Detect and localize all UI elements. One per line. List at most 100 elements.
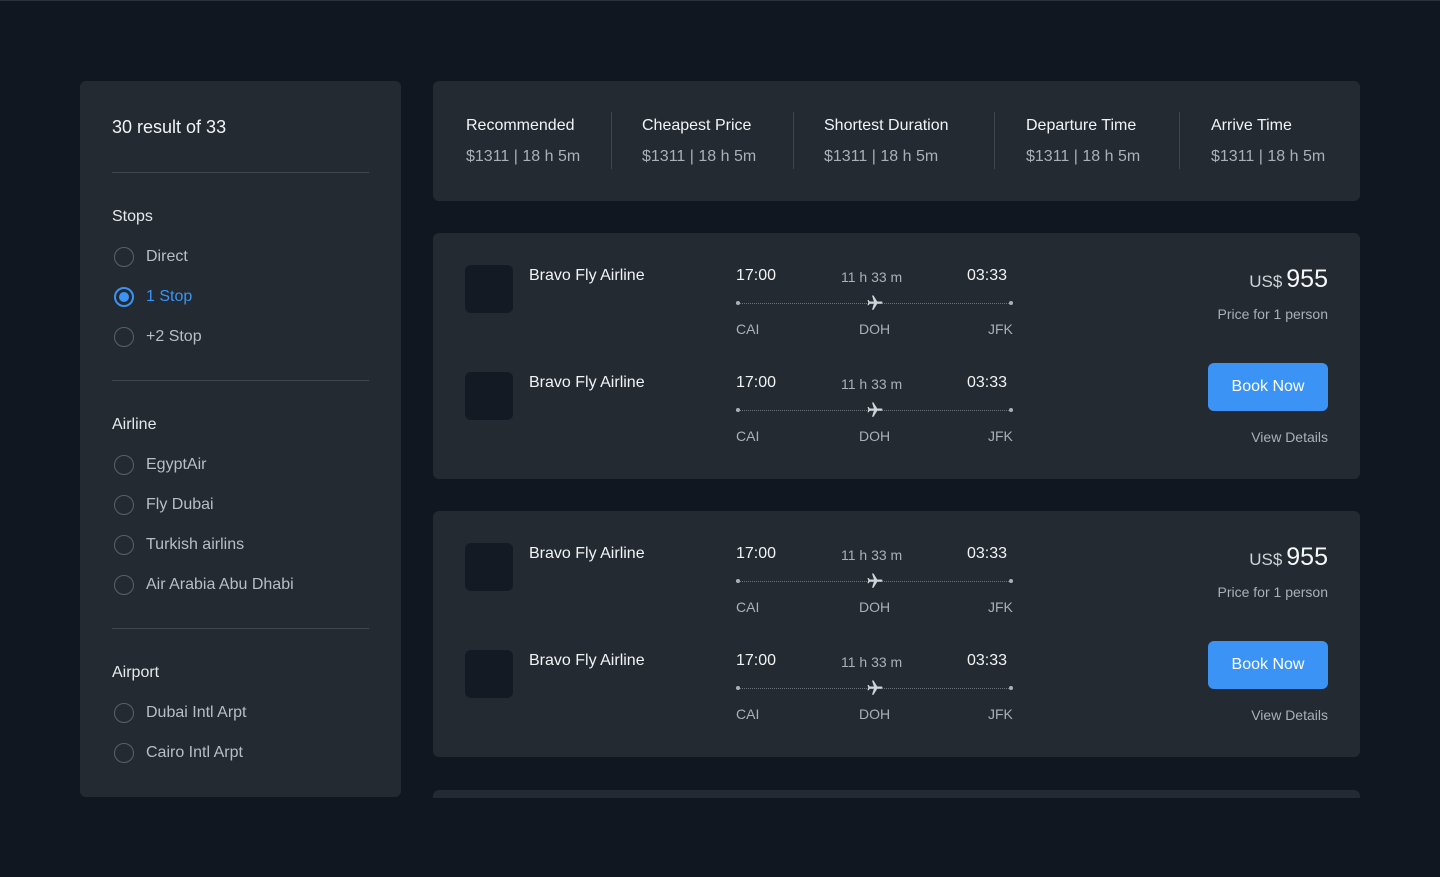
stops-option-1-stop[interactable]: 1 Stop	[114, 286, 192, 308]
stops-option-2-stop[interactable]: +2 Stop	[114, 326, 202, 348]
price-note: Price for 1 person	[1217, 306, 1329, 322]
price: US$ 955	[1218, 543, 1328, 572]
divider	[793, 112, 794, 169]
option-label: Direct	[146, 248, 188, 265]
radio-icon[interactable]	[114, 247, 134, 267]
sort-tab-meta: $1311 | 18 h 5m	[824, 148, 939, 165]
divider	[112, 172, 369, 173]
price-currency: US$	[1249, 272, 1283, 291]
destination-dot	[1009, 408, 1013, 412]
airline-logo	[465, 650, 513, 698]
price-amount: 955	[1286, 265, 1328, 293]
destination-dot	[1009, 686, 1013, 690]
divider	[611, 112, 612, 169]
radio-icon[interactable]	[114, 495, 134, 515]
stops-filter-title: Stops	[112, 208, 153, 225]
price: US$ 955	[1218, 265, 1328, 294]
option-label: 1 Stop	[146, 288, 193, 305]
book-now-button[interactable]: Book Now	[1208, 363, 1328, 411]
airline-option-turkish[interactable]: Turkish airlins	[114, 534, 244, 556]
airline-name: Bravo Fly Airline	[529, 374, 645, 391]
destination-code: JFK	[988, 599, 1013, 615]
origin-code: CAI	[736, 706, 760, 722]
flight-duration: 11 h 33 m	[841, 547, 903, 563]
sort-tab-meta: $1311 | 18 h 5m	[1026, 148, 1141, 165]
option-label: +2 Stop	[146, 328, 202, 345]
flight-result-card: Bravo Fly Airline 17:00 11 h 33 m 03:33 …	[433, 233, 1360, 479]
plane-icon	[867, 295, 883, 310]
option-label: Cairo Intl Arpt	[146, 744, 243, 761]
radio-icon[interactable]	[114, 743, 134, 763]
option-label: Turkish airlins	[146, 536, 245, 553]
departure-time: 17:00	[736, 652, 777, 669]
airport-option-dubai[interactable]: Dubai Intl Arpt	[114, 702, 247, 724]
flight-leg-return: Bravo Fly Airline 17:00 11 h 33 m 03:33 …	[465, 650, 1025, 740]
radio-icon[interactable]	[114, 703, 134, 723]
flight-leg-return: Bravo Fly Airline 17:00 11 h 33 m 03:33 …	[465, 372, 1025, 462]
stopover-code: DOH	[859, 428, 891, 444]
airline-option-air-arabia[interactable]: Air Arabia Abu Dhabi	[114, 574, 294, 596]
stopover-code: DOH	[859, 706, 891, 722]
origin-dot	[736, 579, 740, 583]
flight-result-card: Bravo Fly Airline 17:00 11 h 33 m 03:33 …	[433, 511, 1360, 757]
results-count: 30 result of 33	[112, 117, 227, 137]
radio-icon[interactable]	[114, 575, 134, 595]
departure-time: 17:00	[736, 374, 777, 391]
sort-tab-label: Recommended	[466, 117, 575, 134]
arrival-time: 03:33	[967, 374, 1008, 391]
view-details-link[interactable]: View Details	[1251, 429, 1328, 445]
flight-leg-outbound: Bravo Fly Airline 17:00 11 h 33 m 03:33 …	[465, 265, 1025, 355]
airline-name: Bravo Fly Airline	[529, 545, 645, 562]
airline-logo	[465, 372, 513, 420]
filter-sidebar: 30 result of 33 Stops Direct 1 Stop +2 S…	[80, 81, 401, 797]
flight-duration: 11 h 33 m	[841, 376, 903, 392]
origin-code: CAI	[736, 321, 760, 337]
departure-time: 17:00	[736, 267, 777, 284]
origin-dot	[736, 686, 740, 690]
airline-option-egyptair[interactable]: EgyptAir	[114, 454, 206, 476]
flight-duration: 11 h 33 m	[841, 654, 903, 670]
airline-option-fly-dubai[interactable]: Fly Dubai	[114, 494, 214, 516]
book-now-button[interactable]: Book Now	[1208, 641, 1328, 689]
airline-filter-title: Airline	[112, 416, 157, 433]
arrival-time: 03:33	[967, 652, 1008, 669]
sort-tab-arrive[interactable]: Arrive Time $1311 | 18 h 5m	[1211, 117, 1325, 166]
sort-tab-shortest[interactable]: Shortest Duration $1311 | 18 h 5m	[824, 117, 949, 166]
option-label: Dubai Intl Arpt	[146, 704, 247, 721]
destination-dot	[1009, 301, 1013, 305]
sort-tab-label: Cheapest Price	[642, 117, 752, 134]
radio-icon[interactable]	[114, 535, 134, 555]
price-block: US$ 955 Price for 1 person	[1218, 543, 1329, 600]
airline-name: Bravo Fly Airline	[529, 267, 645, 284]
origin-code: CAI	[736, 599, 760, 615]
arrival-time: 03:33	[967, 545, 1008, 562]
flight-results-page: 30 result of 33 Stops Direct 1 Stop +2 S…	[0, 0, 1440, 877]
sort-tab-departure[interactable]: Departure Time $1311 | 18 h 5m	[1026, 117, 1140, 166]
sort-bar: Recommended $1311 | 18 h 5m Cheapest Pri…	[433, 81, 1360, 201]
view-details-link[interactable]: View Details	[1251, 707, 1328, 723]
stops-option-direct[interactable]: Direct	[114, 246, 188, 268]
sort-tab-meta: $1311 | 18 h 5m	[466, 148, 581, 165]
airport-option-cairo[interactable]: Cairo Intl Arpt	[114, 742, 243, 764]
price-block: US$ 955 Price for 1 person	[1218, 265, 1329, 322]
plane-icon	[867, 402, 883, 417]
origin-dot	[736, 408, 740, 412]
flight-result-card-partial	[433, 790, 1360, 798]
destination-dot	[1009, 579, 1013, 583]
sort-tab-cheapest[interactable]: Cheapest Price $1311 | 18 h 5m	[642, 117, 756, 166]
radio-checked-icon[interactable]	[114, 287, 134, 307]
option-label: EgyptAir	[146, 456, 207, 473]
radio-icon[interactable]	[114, 455, 134, 475]
destination-code: JFK	[988, 428, 1013, 444]
price-amount: 955	[1286, 543, 1328, 571]
option-label: Air Arabia Abu Dhabi	[146, 576, 294, 593]
sort-tab-recommended[interactable]: Recommended $1311 | 18 h 5m	[466, 117, 580, 166]
sort-tab-label: Arrive Time	[1211, 117, 1292, 134]
divider	[112, 628, 369, 629]
divider	[112, 380, 369, 381]
radio-icon[interactable]	[114, 327, 134, 347]
airline-logo	[465, 543, 513, 591]
flight-leg-outbound: Bravo Fly Airline 17:00 11 h 33 m 03:33 …	[465, 543, 1025, 633]
sort-tab-meta: $1311 | 18 h 5m	[1211, 148, 1326, 165]
price-note: Price for 1 person	[1217, 584, 1329, 600]
